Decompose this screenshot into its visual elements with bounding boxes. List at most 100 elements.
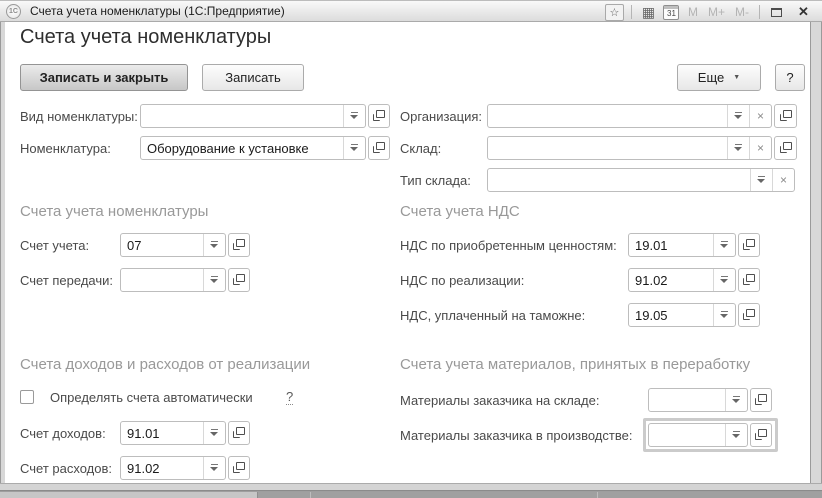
vat-customs-open-button[interactable] [738,303,760,327]
organization-label: Организация: [400,104,482,128]
customer-materials-warehouse-open-button[interactable] [750,388,772,412]
titlebar-buttons: ☆ ▦ 31 M M+ M- ✕ [603,1,815,23]
chevron-down-icon: ▼ [733,74,740,81]
chevron-down-icon [350,144,359,152]
titlebar-separator [631,5,632,19]
income-account-label: Счет доходов: [20,421,106,445]
income-account-dropdown-button[interactable] [203,422,225,444]
window-frame-right [810,22,822,483]
warehouse-type-label: Тип склада: [400,168,471,192]
vat-sales-field[interactable]: 91.02 [628,268,736,292]
memory-m-button[interactable]: M [688,5,698,19]
item-kind-open-button[interactable] [368,104,390,128]
chevron-down-icon [757,176,766,184]
open-icon [233,427,245,439]
account-value[interactable]: 07 [121,234,203,256]
background-window-gridline [597,492,598,498]
income-account-field[interactable]: 91.01 [120,421,226,445]
warehouse-type-value[interactable] [488,169,750,191]
vat-sales-open-button[interactable] [738,268,760,292]
favorites-icon[interactable]: ☆ [605,4,624,21]
titlebar: 1С Счета учета номенклатуры (1С:Предприя… [0,0,822,22]
open-icon [743,274,755,286]
window-frame-left [0,22,5,483]
maximize-icon [771,8,782,17]
transfer-account-open-button[interactable] [228,268,250,292]
customer-materials-warehouse-dropdown-button[interactable] [725,389,747,411]
vat-purchased-open-button[interactable] [738,233,760,257]
organization-field[interactable]: × [487,104,772,128]
customer-materials-production-open-button[interactable] [750,423,772,447]
close-button[interactable]: ✕ [794,4,813,21]
item-dropdown-button[interactable] [343,137,365,159]
expense-account-open-button[interactable] [228,456,250,480]
income-account-value[interactable]: 91.01 [121,422,203,444]
vat-customs-value[interactable]: 19.05 [629,304,713,326]
vat-sales-label: НДС по реализации: [400,268,524,292]
expense-account-value[interactable]: 91.02 [121,457,203,479]
customer-materials-warehouse-value[interactable] [649,389,725,411]
memory-m-minus-button[interactable]: M- [735,5,749,19]
warehouse-label: Склад: [400,136,441,160]
organization-clear-button[interactable]: × [749,105,771,127]
open-icon [780,110,792,122]
more-button[interactable]: Еще ▼ [677,64,761,91]
auto-accounts-help-link[interactable]: ? [286,389,293,405]
maximize-button[interactable] [767,4,786,21]
transfer-account-field[interactable] [120,268,226,292]
save-button[interactable]: Записать [202,64,304,91]
chevron-down-icon [210,429,219,437]
customer-materials-warehouse-field[interactable] [648,388,748,412]
vat-purchased-value[interactable]: 19.01 [629,234,713,256]
item-open-button[interactable] [368,136,390,160]
vat-customs-label: НДС, уплаченный на таможне: [400,303,585,327]
calendar-icon[interactable]: 31 [662,4,681,21]
vat-purchased-dropdown-button[interactable] [713,234,735,256]
chevron-down-icon [720,276,729,284]
item-value[interactable]: Оборудование к установке [141,137,343,159]
warehouse-dropdown-button[interactable] [727,137,749,159]
organization-dropdown-button[interactable] [727,105,749,127]
section-item-accounts-title: Счета учета номенклатуры [20,203,208,220]
auto-accounts-checkbox[interactable] [20,390,34,404]
memory-m-plus-button[interactable]: M+ [708,5,725,19]
income-account-open-button[interactable] [228,421,250,445]
vat-customs-field[interactable]: 19.05 [628,303,736,327]
organization-open-button[interactable] [774,104,797,128]
open-icon [373,110,385,122]
item-kind-value[interactable] [141,105,343,127]
customer-materials-warehouse-label: Материалы заказчика на складе: [400,388,599,412]
customer-materials-production-field[interactable] [648,423,748,447]
vat-sales-dropdown-button[interactable] [713,269,735,291]
item-kind-dropdown-button[interactable] [343,105,365,127]
warehouse-field[interactable]: × [487,136,772,160]
warehouse-open-button[interactable] [774,136,797,160]
account-open-button[interactable] [228,233,250,257]
item-kind-label: Вид номенклатуры: [20,104,138,128]
customer-materials-production-label: Материалы заказчика в производстве: [400,423,632,447]
transfer-account-value[interactable] [121,269,203,291]
item-field[interactable]: Оборудование к установке [140,136,366,160]
expense-account-field[interactable]: 91.02 [120,456,226,480]
warehouse-type-dropdown-button[interactable] [750,169,772,191]
vat-customs-dropdown-button[interactable] [713,304,735,326]
customer-materials-production-value[interactable] [649,424,725,446]
warehouse-clear-button[interactable]: × [749,137,771,159]
account-dropdown-button[interactable] [203,234,225,256]
vat-sales-value[interactable]: 91.02 [629,269,713,291]
calculator-icon[interactable]: ▦ [639,4,658,21]
warehouse-value[interactable] [488,137,727,159]
help-button[interactable]: ? [775,64,805,91]
warehouse-type-clear-button[interactable]: × [772,169,794,191]
open-icon [755,394,767,406]
item-kind-field[interactable] [140,104,366,128]
warehouse-type-field[interactable]: × [487,168,795,192]
account-field[interactable]: 07 [120,233,226,257]
customer-materials-production-dropdown-button[interactable] [725,424,747,446]
organization-value[interactable] [488,105,727,127]
save-and-close-button[interactable]: Записать и закрыть [20,64,188,91]
expense-account-dropdown-button[interactable] [203,457,225,479]
transfer-account-dropdown-button[interactable] [203,269,225,291]
vat-purchased-field[interactable]: 19.01 [628,233,736,257]
chevron-down-icon [210,464,219,472]
